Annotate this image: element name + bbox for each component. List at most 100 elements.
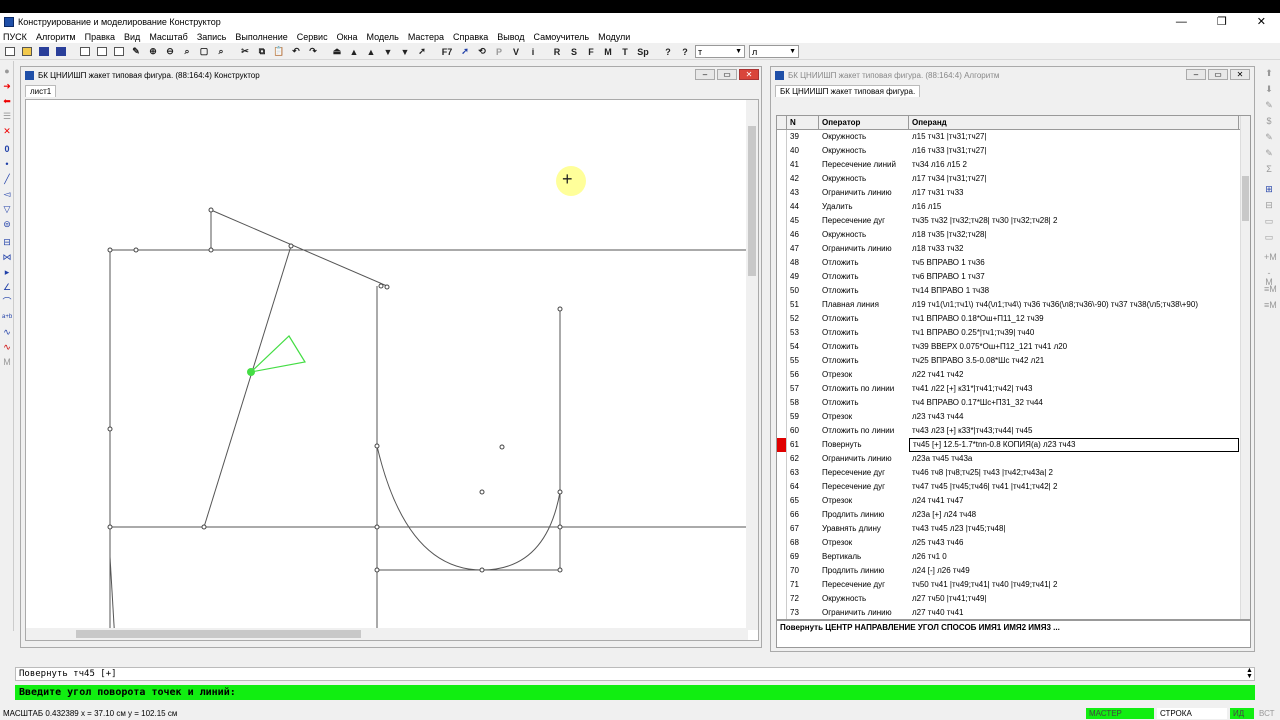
save-icon[interactable] xyxy=(37,45,51,58)
row-operand[interactable]: л18 тч33 тч32 xyxy=(909,242,1239,256)
row-operand[interactable]: тч34 л16 л15 2 xyxy=(909,158,1239,172)
row-number[interactable]: 69 xyxy=(787,550,819,564)
p-button[interactable]: P xyxy=(492,45,506,58)
table-row[interactable]: 60 Отложить по линии тч43 л23 [+] к33*|тч4… xyxy=(777,424,1242,438)
table-row[interactable]: 56 Отрезок л22 тч41 тч42 xyxy=(777,368,1242,382)
row-operator[interactable]: Окружность xyxy=(819,130,909,144)
row-operator[interactable]: Отложить xyxy=(819,354,909,368)
point-icon[interactable]: • xyxy=(2,160,12,169)
menu-item[interactable]: Модель xyxy=(367,32,399,42)
macro-run-icon[interactable]: ≡M xyxy=(1264,301,1277,310)
intersect-icon[interactable]: ⋈ xyxy=(2,253,12,262)
row-number[interactable]: 60 xyxy=(787,424,819,438)
row-operator[interactable]: Пересечение дуг xyxy=(819,214,909,228)
column-header-operator[interactable]: Оператор xyxy=(819,116,909,129)
row-operand[interactable]: л23а [+] л24 тч48 xyxy=(909,508,1239,522)
delete-icon[interactable]: ✕ xyxy=(2,127,12,136)
refresh-icon[interactable]: ⟲ xyxy=(475,45,489,58)
row-operator[interactable]: Удалить xyxy=(819,200,909,214)
row-operand[interactable]: тч46 тч8 |тч8;тч25| тч43 |тч42;тч43а| 2 xyxy=(909,466,1239,480)
row-operand[interactable]: тч45 [+] 12.5-1.7*tnn-0.8 КОПИЯ(а) л23 т… xyxy=(909,438,1239,452)
row-operator[interactable]: Ограничить линию xyxy=(819,242,909,256)
table-row[interactable]: 42 Окружность л17 тч34 |тч31;тч27| xyxy=(777,172,1242,186)
run-to-end-icon[interactable]: ▼ xyxy=(398,45,412,58)
arrow-right-icon[interactable]: ➜ xyxy=(2,82,12,91)
row-operand[interactable]: тч35 тч32 |тч32;тч28| тч30 |тч32;тч28| 2 xyxy=(909,214,1239,228)
column-header-n[interactable]: N xyxy=(787,116,819,129)
row-operator[interactable]: Продлить линию xyxy=(819,508,909,522)
row-operand[interactable]: л24 [-] л26 тч49 xyxy=(909,564,1239,578)
cut-icon[interactable]: ✂ xyxy=(238,45,252,58)
row-number[interactable]: 73 xyxy=(787,606,819,619)
step-up-icon[interactable]: ▲ xyxy=(347,45,361,58)
row-operand[interactable]: л19 тч1(\л1;тч1\) тч4(\л1;тч4\) тч36 тч3… xyxy=(909,298,1239,312)
save-all-icon[interactable] xyxy=(54,45,68,58)
row-operator[interactable]: Отложить xyxy=(819,326,909,340)
menu-item[interactable]: Алгоритм xyxy=(36,32,76,42)
table-row[interactable]: 66 Продлить линию л23а [+] л24 тч48 xyxy=(777,508,1242,522)
table-row[interactable]: 67 Уравнять длину тч43 тч45 л23 |тч45;тч48… xyxy=(777,522,1242,536)
triangle-icon[interactable]: ▽ xyxy=(2,205,12,214)
run-down-icon[interactable]: ▼ xyxy=(381,45,395,58)
row-number[interactable]: 44 xyxy=(787,200,819,214)
new-file-icon[interactable] xyxy=(3,45,17,58)
paste-icon[interactable]: 📋 xyxy=(272,45,286,58)
menu-item[interactable]: Запись xyxy=(197,32,227,42)
table-row[interactable]: 49 Отложить тч6 ВПРАВО 1 тч37 xyxy=(777,270,1242,284)
copy-row-icon[interactable]: ▭ xyxy=(1264,217,1274,226)
edit-icon[interactable]: ✎ xyxy=(1264,101,1274,110)
row-number[interactable]: 57 xyxy=(787,382,819,396)
arc-icon[interactable]: ⌒ xyxy=(2,298,12,307)
dollar-icon[interactable]: $ xyxy=(1264,117,1274,126)
ray-icon[interactable]: ◅ xyxy=(2,190,12,199)
run-up-icon[interactable]: ▲ xyxy=(364,45,378,58)
table-row[interactable]: 39 Окружность л15 тч31 |тч31;тч27| xyxy=(777,130,1242,144)
segment-icon[interactable]: ⊟ xyxy=(2,238,12,247)
table-row[interactable]: 50 Отложить тч14 ВПРАВО 1 тч38 xyxy=(777,284,1242,298)
pencil-icon[interactable]: ✎ xyxy=(129,45,143,58)
row-operator[interactable]: Вертикаль xyxy=(819,550,909,564)
undo-icon[interactable]: ↶ xyxy=(289,45,303,58)
cursor-arrow-icon[interactable]: ➚ xyxy=(458,45,472,58)
row-number[interactable]: 56 xyxy=(787,368,819,382)
table-row[interactable]: 55 Отложить тч25 ВПРАВО 3.5-0.08*Шс тч42 л… xyxy=(777,354,1242,368)
row-operand[interactable]: тч43 л23 [+] к33*|тч43;тч44| тч45 xyxy=(909,424,1239,438)
row-operator[interactable]: Отложить xyxy=(819,256,909,270)
table-row[interactable]: 52 Отложить тч1 ВПРАВО 0.18*Ош+П11_12 тч39 xyxy=(777,312,1242,326)
menu-item[interactable]: Масштаб xyxy=(149,32,188,42)
row-number[interactable]: 53 xyxy=(787,326,819,340)
row-number[interactable]: 40 xyxy=(787,144,819,158)
rotate-icon[interactable]: ⊜ xyxy=(2,220,12,229)
row-operator[interactable]: Отложить xyxy=(819,312,909,326)
table-row[interactable]: 48 Отложить тч5 ВПРАВО 1 тч36 xyxy=(777,256,1242,270)
menu-item[interactable]: Самоучитель xyxy=(534,32,590,42)
table-row[interactable]: 46 Окружность л18 тч35 |тч32;тч28| xyxy=(777,228,1242,242)
row-operand[interactable]: тч47 тч45 |тч45;тч46| тч41 |тч41;тч42| 2 xyxy=(909,480,1239,494)
vertical-scrollbar[interactable] xyxy=(746,100,758,630)
row-number[interactable]: 65 xyxy=(787,494,819,508)
row-operator[interactable]: Плавная линия xyxy=(819,298,909,312)
sp-button[interactable]: Sp xyxy=(635,45,651,58)
table-row[interactable]: 51 Плавная линия л19 тч1(\л1;тч1\) тч4(\л1… xyxy=(777,298,1242,312)
row-operator[interactable]: Окружность xyxy=(819,228,909,242)
angle-icon[interactable]: ∠ xyxy=(2,283,12,292)
v-button[interactable]: V xyxy=(509,45,523,58)
row-operator[interactable]: Пересечение дуг xyxy=(819,578,909,592)
context-help-icon[interactable]: ? xyxy=(678,45,692,58)
table-row[interactable]: 43 Ограничить линию л17 тч31 тч33 xyxy=(777,186,1242,200)
open-folder-icon[interactable] xyxy=(20,45,34,58)
table-row[interactable]: 62 Ограничить линию л23а тч45 тч43а xyxy=(777,452,1242,466)
row-operand[interactable]: тч1 ВПРАВО 0.25*|тч1;тч39| тч40 xyxy=(909,326,1239,340)
brush-icon[interactable]: ✎ xyxy=(1264,149,1274,158)
table-row[interactable]: 69 Вертикаль л26 тч1 0 xyxy=(777,550,1242,564)
row-operand[interactable]: л26 тч1 0 xyxy=(909,550,1239,564)
zoom-in-icon[interactable]: ⊕ xyxy=(146,45,160,58)
row-operator[interactable]: Пересечение линий xyxy=(819,158,909,172)
row-number[interactable]: 62 xyxy=(787,452,819,466)
row-operator[interactable]: Отложить по линии xyxy=(819,382,909,396)
row-operand[interactable]: л17 тч31 тч33 xyxy=(909,186,1239,200)
list-icon[interactable]: ☰ xyxy=(2,112,12,121)
table-row[interactable]: 64 Пересечение дуг тч47 тч45 |тч45;тч46| т… xyxy=(777,480,1242,494)
table-row[interactable]: 59 Отрезок л23 тч43 тч44 xyxy=(777,410,1242,424)
row-number[interactable]: 48 xyxy=(787,256,819,270)
